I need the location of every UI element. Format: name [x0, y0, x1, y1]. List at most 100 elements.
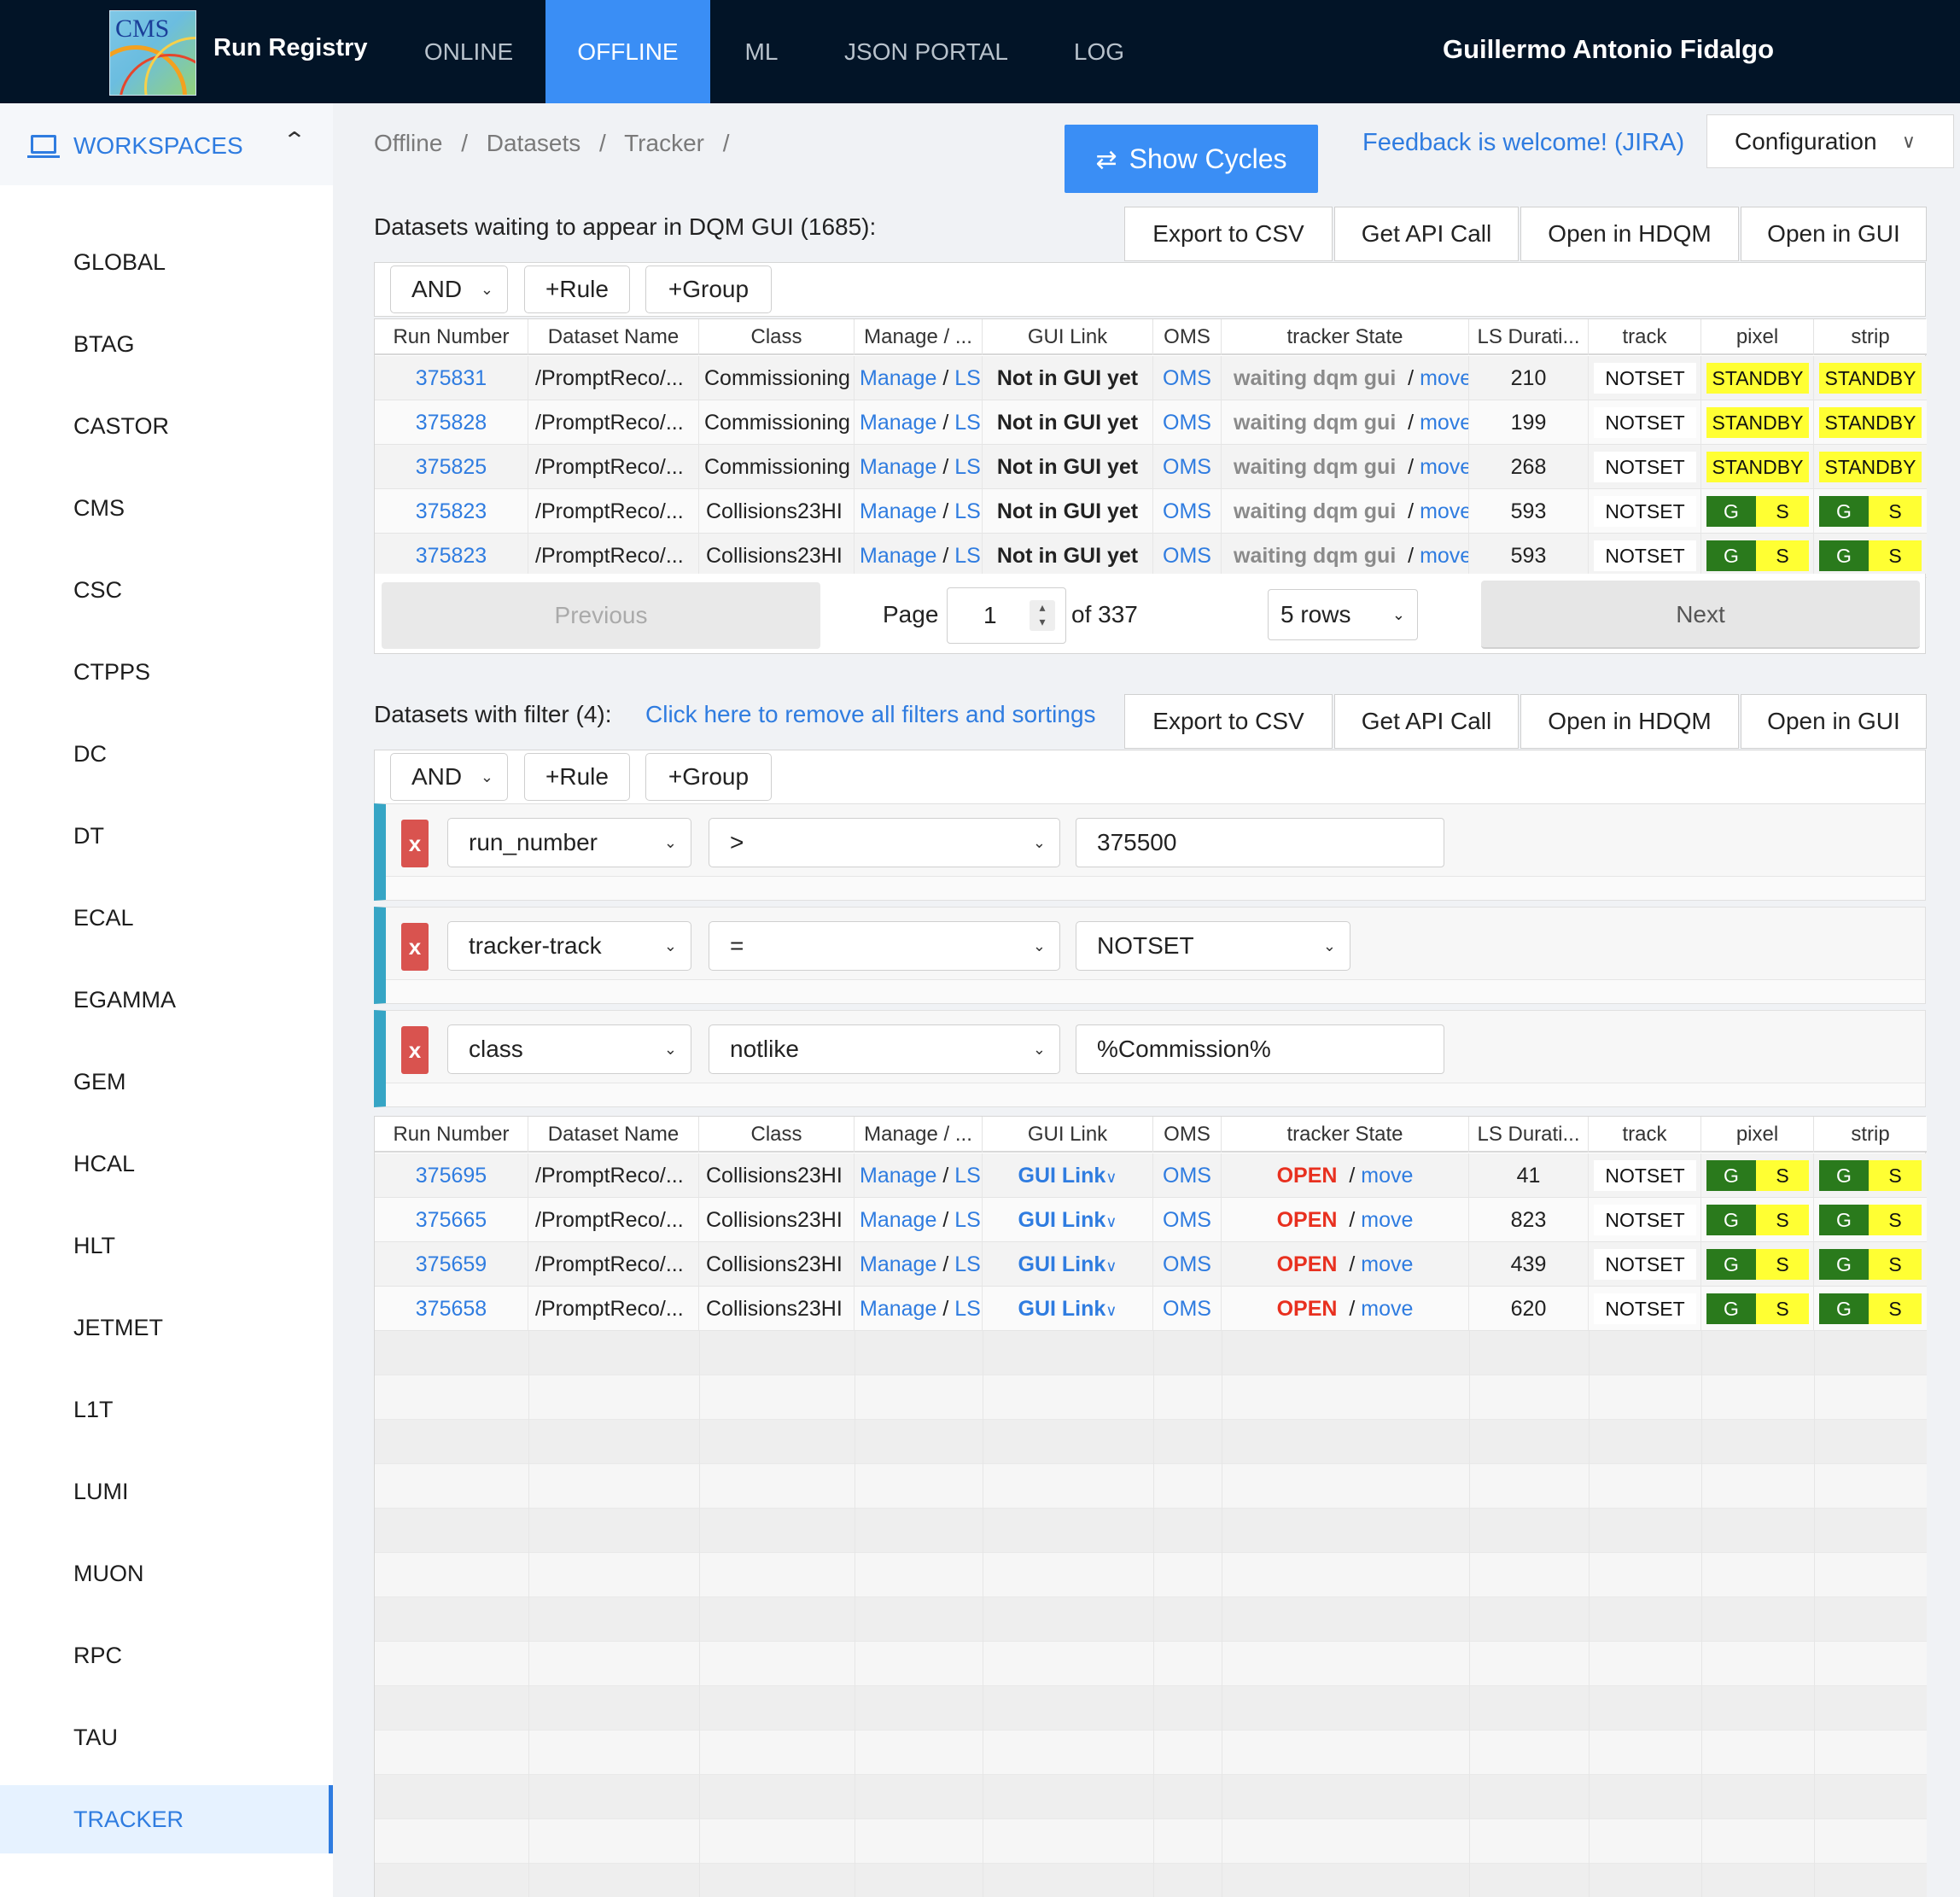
move-link[interactable]: move — [1361, 1252, 1413, 1276]
open-gui-button[interactable]: Open in GUI — [1741, 207, 1927, 261]
sidebar-item-hcal[interactable]: HCAL — [0, 1129, 333, 1198]
col-tracker-state[interactable]: tracker State — [1222, 1117, 1469, 1153]
col-oms[interactable]: OMS — [1153, 319, 1222, 355]
strip-good-badge[interactable]: G — [1819, 1160, 1869, 1191]
col-run-number[interactable]: Run Number — [375, 1117, 528, 1153]
nav-log[interactable]: LOG — [1033, 0, 1165, 103]
manage-link[interactable]: Manage — [860, 1252, 936, 1276]
run-number-link[interactable]: 375659 — [416, 1252, 487, 1276]
track-status-badge[interactable]: NOTSET — [1594, 363, 1696, 394]
breadcrumb-offline[interactable]: Offline — [374, 130, 442, 156]
ls-link[interactable]: LS — [954, 411, 981, 435]
pixel-standby-badge[interactable]: S — [1756, 540, 1809, 571]
ls-link[interactable]: LS — [954, 1208, 981, 1232]
gui-link[interactable]: GUI Link — [1018, 1297, 1106, 1321]
table-row[interactable]: 375825 /PromptReco/... Commissioning Man… — [375, 445, 1927, 489]
cms-logo[interactable]: CMS — [109, 10, 196, 96]
open-gui-button[interactable]: Open in GUI — [1741, 694, 1927, 749]
workspaces-header[interactable]: WORKSPACES ⌃ — [0, 103, 333, 185]
gui-link[interactable]: GUI Link — [1018, 1208, 1106, 1232]
sidebar-item-dc[interactable]: DC — [0, 720, 333, 788]
sidebar-item-hlt[interactable]: HLT — [0, 1211, 333, 1280]
pixel-good-badge[interactable]: G — [1706, 540, 1756, 571]
track-status-badge[interactable]: NOTSET — [1594, 452, 1696, 482]
stepper-icon[interactable]: ▴ ▾ — [1030, 600, 1055, 631]
run-number-link[interactable]: 375665 — [416, 1208, 487, 1232]
previous-page-button[interactable]: Previous — [382, 582, 820, 649]
run-number-link[interactable]: 375831 — [416, 366, 487, 390]
strip-status-badge[interactable]: STANDBY — [1819, 452, 1922, 482]
ls-link[interactable]: LS — [954, 1164, 981, 1188]
sidebar-item-gem[interactable]: GEM — [0, 1048, 333, 1116]
sidebar-item-ecal[interactable]: ECAL — [0, 884, 333, 952]
run-number-link[interactable]: 375828 — [416, 411, 487, 435]
ls-link[interactable]: LS — [954, 455, 981, 479]
sidebar-item-jetmet[interactable]: JETMET — [0, 1293, 333, 1362]
manage-link[interactable]: Manage — [860, 499, 936, 523]
add-group-button[interactable]: +Group — [645, 266, 772, 313]
col-dataset-name[interactable]: Dataset Name — [528, 1117, 699, 1153]
strip-standby-badge[interactable]: S — [1869, 1249, 1922, 1280]
oms-link[interactable]: OMS — [1163, 1297, 1211, 1321]
pixel-standby-badge[interactable]: S — [1756, 1249, 1809, 1280]
table-row[interactable]: 375831 /PromptReco/... Commissioning Man… — [375, 356, 1927, 400]
pixel-good-badge[interactable]: G — [1706, 1249, 1756, 1280]
manage-link[interactable]: Manage — [860, 455, 936, 479]
oms-link[interactable]: OMS — [1163, 411, 1211, 435]
col-class[interactable]: Class — [699, 1117, 855, 1153]
strip-good-badge[interactable]: G — [1819, 540, 1869, 571]
chevron-down-icon[interactable]: ∨ — [1105, 1258, 1117, 1275]
export-csv-button[interactable]: Export to CSV — [1124, 207, 1333, 261]
strip-good-badge[interactable]: G — [1819, 1293, 1869, 1324]
nav-online[interactable]: ONLINE — [391, 0, 546, 103]
ls-link[interactable]: LS — [954, 544, 981, 568]
sidebar-item-tau[interactable]: TAU — [0, 1703, 333, 1772]
move-link[interactable]: move — [1361, 1164, 1413, 1188]
col-run-number[interactable]: Run Number — [375, 319, 528, 355]
strip-status-badge[interactable]: STANDBY — [1819, 407, 1922, 438]
rule-value-input[interactable]: 375500 — [1076, 818, 1444, 867]
nav-ml[interactable]: ML — [710, 0, 813, 103]
feedback-link[interactable]: Feedback is welcome! (JIRA) — [1362, 129, 1684, 157]
rule-value-input[interactable]: %Commission% — [1076, 1024, 1444, 1074]
track-status-badge[interactable]: NOTSET — [1594, 1293, 1696, 1324]
open-hdqm-button[interactable]: Open in HDQM — [1520, 694, 1739, 749]
col-strip[interactable]: strip — [1814, 319, 1927, 355]
open-hdqm-button[interactable]: Open in HDQM — [1520, 207, 1739, 261]
sidebar-item-rpc[interactable]: RPC — [0, 1621, 333, 1690]
table-row[interactable]: 375658 /PromptReco/... Collisions23HI Ma… — [375, 1287, 1927, 1331]
remove-rule-button[interactable]: x — [401, 923, 429, 971]
run-number-link[interactable]: 375695 — [416, 1164, 487, 1188]
pixel-standby-badge[interactable]: S — [1756, 496, 1809, 527]
col-gui-link[interactable]: GUI Link — [983, 319, 1153, 355]
move-link[interactable]: move — [1420, 411, 1468, 435]
col-track[interactable]: track — [1589, 319, 1701, 355]
ls-link[interactable]: LS — [954, 366, 981, 390]
remove-rule-button[interactable]: x — [401, 1026, 429, 1074]
sidebar-item-lumi[interactable]: LUMI — [0, 1457, 333, 1526]
pixel-good-badge[interactable]: G — [1706, 1205, 1756, 1235]
oms-link[interactable]: OMS — [1163, 544, 1211, 568]
track-status-badge[interactable]: NOTSET — [1594, 407, 1696, 438]
breadcrumb-tracker[interactable]: Tracker — [624, 130, 704, 156]
show-cycles-button[interactable]: ⇄ Show Cycles — [1065, 125, 1318, 193]
add-group-button[interactable]: +Group — [645, 753, 772, 801]
manage-link[interactable]: Manage — [860, 544, 936, 568]
manage-link[interactable]: Manage — [860, 1297, 936, 1321]
nav-json-portal[interactable]: JSON PORTAL — [820, 0, 1033, 103]
rule-operator-select[interactable]: = ⌄ — [709, 921, 1060, 971]
col-pixel[interactable]: pixel — [1701, 319, 1814, 355]
oms-link[interactable]: OMS — [1163, 1164, 1211, 1188]
col-pixel[interactable]: pixel — [1701, 1117, 1814, 1153]
remove-rule-button[interactable]: x — [401, 820, 429, 867]
sidebar-item-castor[interactable]: CASTOR — [0, 392, 333, 460]
rule-field-select[interactable]: tracker-track ⌄ — [447, 921, 691, 971]
sidebar-item-global[interactable]: GLOBAL — [0, 228, 333, 296]
manage-link[interactable]: Manage — [860, 366, 936, 390]
strip-standby-badge[interactable]: S — [1869, 496, 1922, 527]
rule-field-select[interactable]: run_number ⌄ — [447, 818, 691, 867]
pixel-standby-badge[interactable]: S — [1756, 1293, 1809, 1324]
get-api-call-button[interactable]: Get API Call — [1334, 207, 1519, 261]
strip-standby-badge[interactable]: S — [1869, 540, 1922, 571]
table-row[interactable]: 375695 /PromptReco/... Collisions23HI Ma… — [375, 1153, 1927, 1198]
